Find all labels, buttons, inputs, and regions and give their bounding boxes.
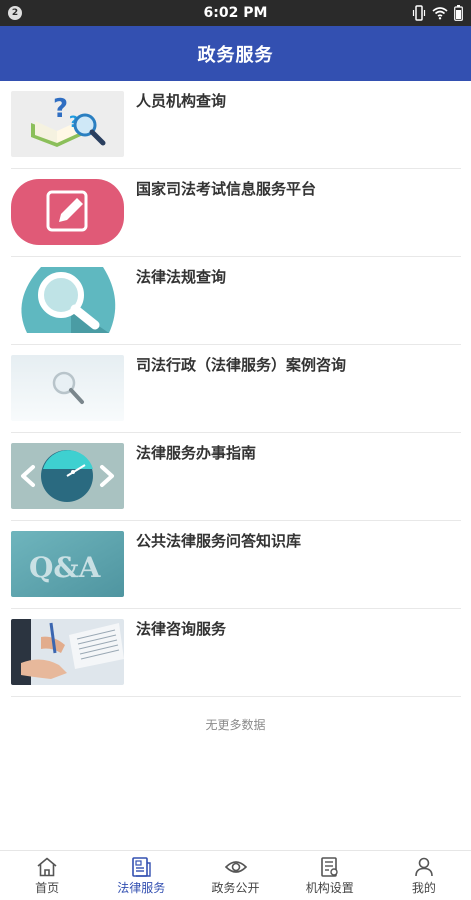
- tab-mine[interactable]: 我的: [377, 851, 471, 900]
- list-settings-icon: [319, 857, 341, 877]
- item-title: 法律法规查询: [136, 268, 227, 286]
- bottom-tab-bar: 首页 法律服务 政务公开 机构设置 我的: [0, 850, 471, 900]
- tab-label: 我的: [411, 881, 436, 895]
- item-title: 法律服务办事指南: [136, 444, 257, 462]
- list-item[interactable]: 司法行政（法律服务）案例咨询: [11, 345, 461, 433]
- list-item[interactable]: Q&A 公共法律服务问答知识库: [11, 521, 461, 609]
- thumbnail-magnifier-teal: [11, 267, 124, 333]
- list-item[interactable]: 法律咨询服务: [11, 609, 461, 697]
- tab-label: 政务公开: [211, 881, 260, 895]
- page-title: 政务服务: [197, 44, 274, 66]
- status-icons: [412, 5, 463, 21]
- battery-icon: [454, 5, 463, 21]
- list-item[interactable]: 国家司法考试信息服务平台: [11, 169, 461, 257]
- thumbnail-compass-arrows: [11, 443, 124, 509]
- item-title: 法律咨询服务: [136, 620, 227, 638]
- thumbnail-edit-pencil: [11, 179, 124, 245]
- thumbnail-handshake-paper: [11, 619, 124, 685]
- service-list: ? ? 人员机构查询 国家司法考试信息服务平台 法律法规查询 司法行政（法律服务…: [11, 81, 461, 697]
- status-time: 6:02 PM: [203, 5, 268, 21]
- tab-home[interactable]: 首页: [0, 851, 94, 900]
- wifi-icon: [432, 6, 448, 20]
- svg-text:?: ?: [53, 94, 68, 124]
- svg-text:Q&A: Q&A: [29, 551, 102, 584]
- list-item[interactable]: 法律法规查询: [11, 257, 461, 345]
- no-more-data-label: 无更多数据: [205, 718, 266, 732]
- item-title: 司法行政（法律服务）案例咨询: [136, 356, 347, 374]
- tab-institution-settings[interactable]: 机构设置: [283, 851, 377, 900]
- home-icon: [36, 857, 58, 877]
- tab-legal-services[interactable]: 法律服务: [94, 851, 188, 900]
- tab-government-affairs[interactable]: 政务公开: [188, 851, 282, 900]
- thumbnail-qa: Q&A: [11, 531, 124, 597]
- tab-label: 机构设置: [305, 881, 354, 895]
- item-title: 国家司法考试信息服务平台: [136, 180, 317, 198]
- tab-label: 法律服务: [117, 881, 166, 895]
- user-icon: [413, 857, 435, 877]
- thumbnail-question-book-magnifier: ? ?: [11, 91, 124, 157]
- item-title: 公共法律服务问答知识库: [136, 532, 302, 550]
- vibrate-icon: [412, 5, 426, 21]
- item-title: 人员机构查询: [136, 92, 227, 110]
- status-bar: 2 6:02 PM: [0, 0, 471, 26]
- eye-icon: [224, 857, 248, 877]
- document-icon: [130, 857, 152, 877]
- app-bar: 政务服务: [0, 26, 471, 81]
- list-item[interactable]: ? ? 人员机构查询: [11, 81, 461, 169]
- list-item[interactable]: 法律服务办事指南: [11, 433, 461, 521]
- thumbnail-magnifier-light: [11, 355, 124, 421]
- tab-label: 首页: [35, 881, 60, 895]
- notification-badge: 2: [8, 6, 22, 20]
